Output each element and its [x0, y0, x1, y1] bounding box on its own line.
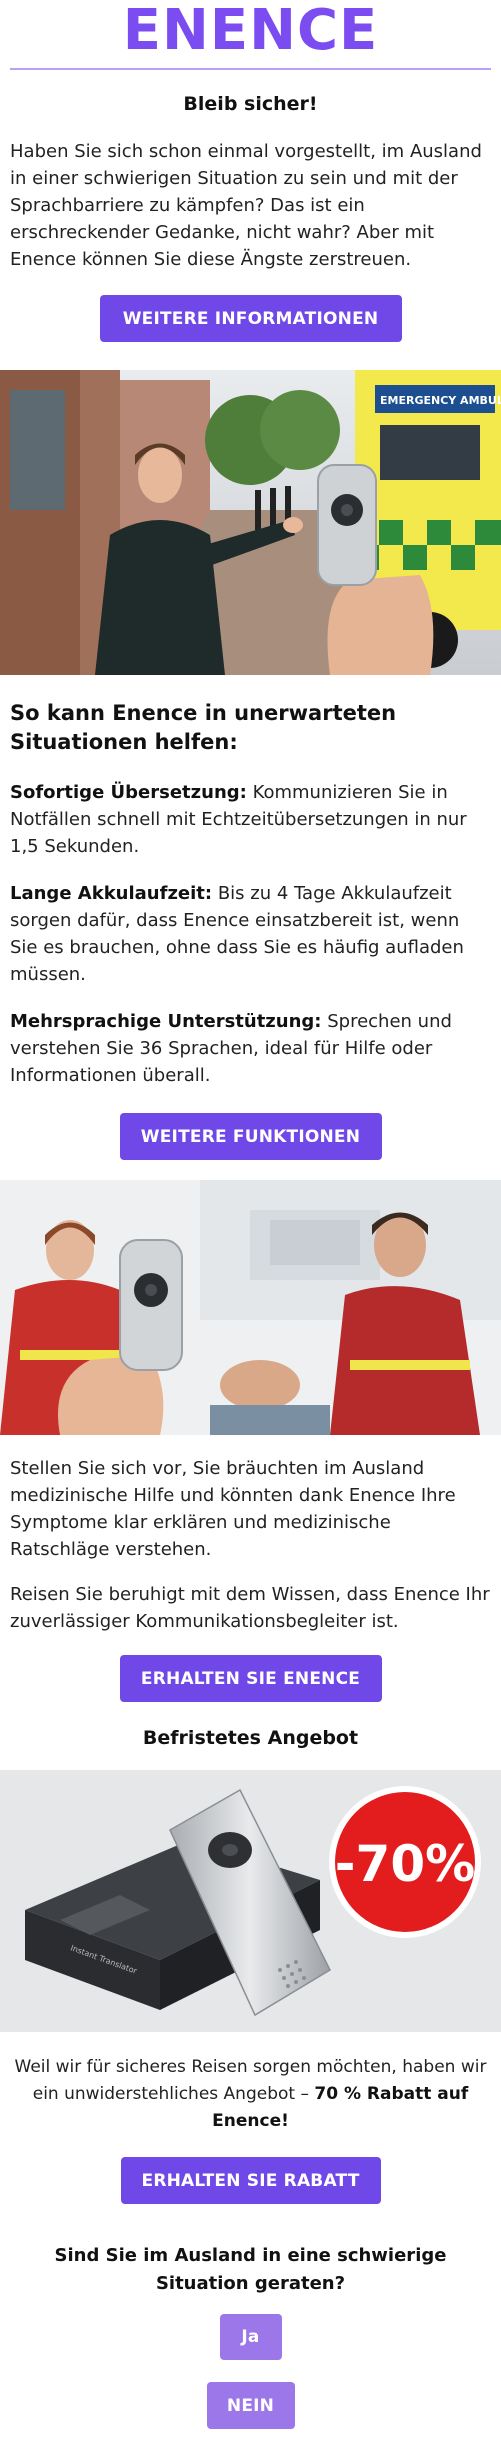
no-button[interactable]: NEIN	[206, 2382, 295, 2429]
medical-illustration	[0, 1180, 501, 1435]
yes-button[interactable]: Ja	[219, 2314, 282, 2360]
divider	[10, 68, 491, 70]
product-illustration: Instant Translator -70%	[0, 1770, 501, 2032]
reassurance-text: Reisen Sie beruhigt mit dem Wissen, dass…	[10, 1584, 490, 1632]
offer-heading: Befristetes Angebot	[142, 1727, 359, 1749]
feature-item-battery: Lange Akkulaufzeit: Bis zu 4 Tage Akkula…	[0, 880, 501, 988]
hero-illustration: EMERGENCY AMBULANCE	[0, 370, 501, 675]
feature-title: Mehrsprachige Unterstützung:	[10, 1011, 322, 1032]
feature-title: Lange Akkulaufzeit:	[10, 883, 213, 904]
logo-text: ENENCE	[122, 0, 379, 63]
ambulance-sign: EMERGENCY AMBULANCE	[380, 394, 501, 407]
more-features-button[interactable]: WEITERE FUNKTIONEN	[119, 1113, 382, 1160]
discount-badge: -70%	[335, 1835, 475, 1893]
features-heading: So kann Enence in unerwarteten Situation…	[10, 701, 397, 754]
get-enence-button[interactable]: ERHALTEN SIE ENENCE	[119, 1655, 382, 1702]
question-text: Sind Sie im Ausland in eine schwierige S…	[54, 2245, 447, 2294]
hero-image[interactable]: EMERGENCY AMBULANCE	[0, 370, 501, 675]
intro-heading: Bleib sicher!	[183, 93, 318, 115]
feature-title: Sofortige Übersetzung:	[10, 782, 247, 803]
get-discount-button[interactable]: ERHALTEN SIE RABATT	[120, 2157, 381, 2204]
feature-item-languages: Mehrsprachige Unterstützung: Sprechen un…	[0, 1008, 501, 1089]
intro-text: Haben Sie sich schon einmal vorgestellt,…	[10, 141, 482, 270]
email-page: ENENCE Bleib sicher! Haben Sie sich scho…	[0, 0, 501, 2437]
more-info-button[interactable]: WEITERE INFORMATIONEN	[99, 295, 402, 342]
offer-text: Weil wir für sicheres Reisen sorgen möch…	[0, 2054, 501, 2135]
brand-logo[interactable]: ENENCE	[0, 0, 501, 62]
feature-item-translation: Sofortige Übersetzung: Kommunizieren Sie…	[0, 779, 501, 860]
offer-image[interactable]: Instant Translator -70%	[0, 1770, 501, 2032]
medical-image[interactable]	[0, 1180, 501, 1435]
medical-text: Stellen Sie sich vor, Sie bräuchten im A…	[10, 1458, 456, 1560]
